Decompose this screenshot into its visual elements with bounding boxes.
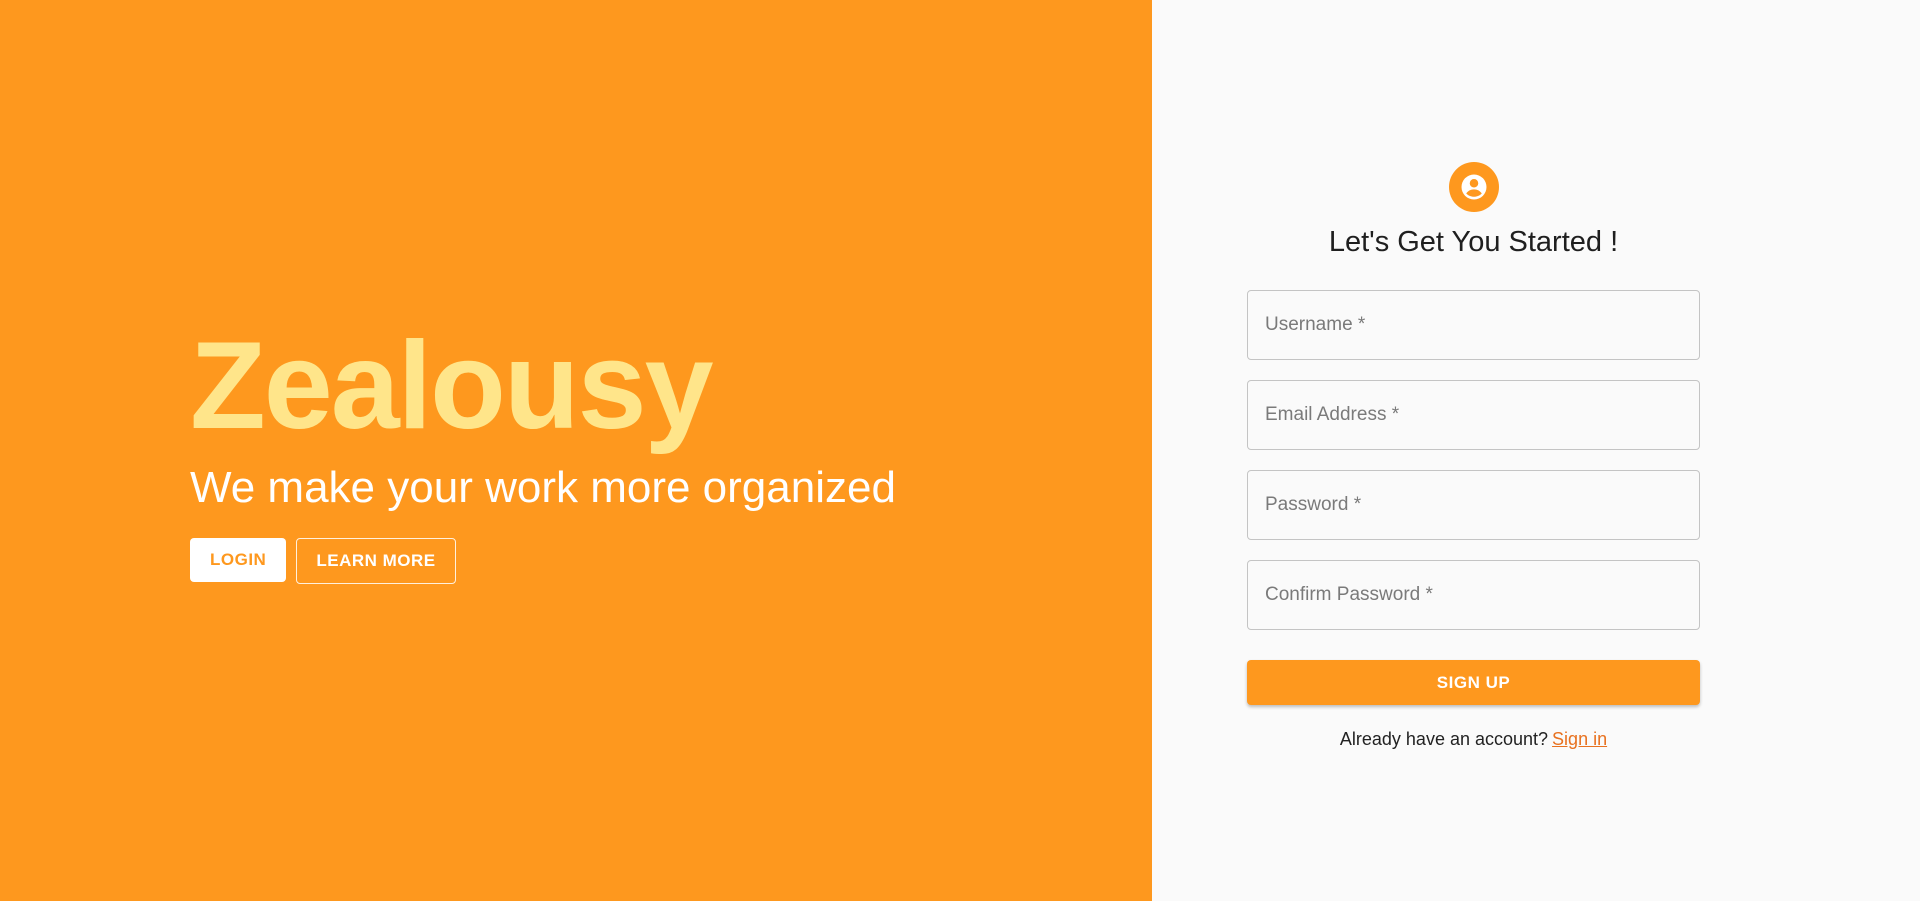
username-field[interactable] xyxy=(1247,290,1700,360)
email-field[interactable] xyxy=(1247,380,1700,450)
sign-in-link[interactable]: Sign in xyxy=(1552,729,1607,749)
tagline: We make your work more organized xyxy=(190,463,896,512)
learn-more-button[interactable]: LEARN MORE xyxy=(296,538,456,584)
hero-panel: Zealousy We make your work more organize… xyxy=(0,0,1152,901)
signup-panel: Let's Get You Started ! SIGN UP Already … xyxy=(1152,0,1920,901)
login-button[interactable]: LOGIN xyxy=(190,538,287,582)
account-prompt-text: Already have an account? xyxy=(1339,729,1549,749)
confirm-password-field[interactable] xyxy=(1247,560,1700,630)
signup-fields xyxy=(1247,290,1700,630)
password-field[interactable] xyxy=(1247,470,1700,540)
signup-form: Let's Get You Started ! SIGN UP Already … xyxy=(1247,162,1700,750)
sign-up-button[interactable]: SIGN UP xyxy=(1247,660,1700,705)
signin-prompt: Already have an account? Sign in xyxy=(1340,729,1607,750)
hero-content: Zealousy We make your work more organize… xyxy=(190,324,896,584)
page: Zealousy We make your work more organize… xyxy=(0,0,1920,901)
brand-title: Zealousy xyxy=(190,317,714,455)
account-circle-icon xyxy=(1448,162,1499,212)
signup-title: Let's Get You Started ! xyxy=(1328,226,1619,258)
hero-actions: LOGIN LEARN MORE xyxy=(190,538,896,584)
